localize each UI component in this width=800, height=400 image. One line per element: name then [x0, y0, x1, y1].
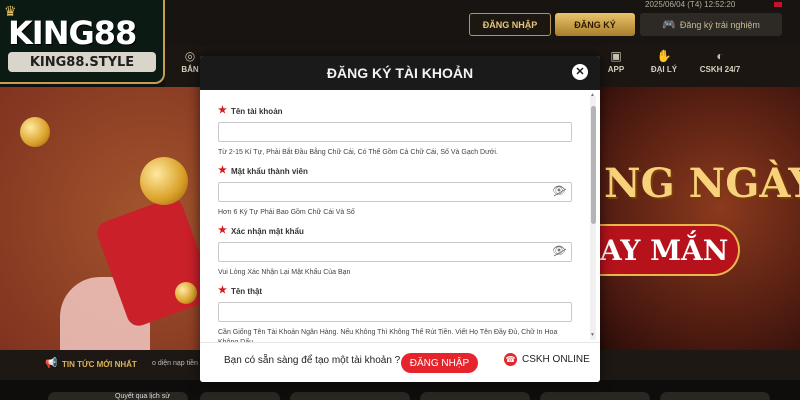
field-hint: Từ 2-15 Kí Tự, Phải Bắt Đầu Bằng Chữ Cái…	[218, 149, 498, 156]
support-icon: ◐	[716, 49, 724, 63]
field-label: Xác nhận mật khẩu	[230, 226, 304, 236]
field-hint: Hơn 6 Ký Tự Phải Bao Gồm Chữ Cái Và Số	[218, 209, 355, 216]
field-label: Tên thật	[230, 286, 263, 296]
modal-title: ĐĂNG KÝ TÀI KHOẢN	[326, 65, 474, 81]
required-star-icon: ★	[218, 105, 227, 116]
password-label-row: ★ Mật khẩu thành viên	[218, 166, 578, 176]
password-input[interactable]: 👁	[218, 182, 572, 202]
username-label-row: ★ Tên tài khoản	[218, 106, 578, 116]
coin-illustration	[140, 157, 188, 205]
register-modal: ĐĂNG KÝ TÀI KHOẢN ✕ ★ Tên tài khoản Từ 2…	[200, 56, 600, 382]
footer-login-button[interactable]: ĐĂNG NHẬP	[401, 353, 478, 373]
gamepad-icon: 🎮	[662, 19, 676, 31]
language-flag-icon[interactable]	[774, 2, 782, 7]
trial-register-label: Đăng ký trải nghiệm	[679, 19, 760, 30]
required-star-icon: ★	[218, 165, 227, 176]
modal-footer: Bạn có sẵn sàng để tạo một tài khoản ? Đ…	[200, 342, 600, 382]
header-login-button[interactable]: ĐĂNG NHẬP	[469, 13, 551, 36]
support-label: CSKH ONLINE	[522, 354, 590, 365]
modal-header: ĐĂNG KÝ TÀI KHOẢN ✕	[200, 56, 600, 90]
bottom-tab[interactable]	[540, 392, 650, 400]
scroll-up-icon[interactable]: ▲	[590, 92, 595, 98]
scrollbar-thumb[interactable]	[591, 106, 596, 224]
real-name-label-row: ★ Tên thật	[218, 286, 578, 296]
real-name-input[interactable]	[218, 302, 572, 322]
confirm-password-field-group: ★ Xác nhận mật khẩu 👁 Vui Lòng Xác Nhận …	[218, 226, 578, 278]
ticker-text[interactable]: o diện nạp tiền	[152, 360, 198, 367]
logo-brand: KING88	[8, 14, 137, 52]
field-hint: Vui Lòng Xác Nhận Lại Mật Khẩu Của Bạn	[218, 269, 351, 276]
nav-item-dai-ly[interactable]: ✋ ĐẠI LÝ	[639, 49, 689, 74]
field-label: Mật khẩu thành viên	[230, 166, 308, 176]
headset-icon: ☎	[504, 353, 517, 366]
bottom-tab[interactable]	[660, 392, 770, 400]
online-support-link[interactable]: ☎ CSKH ONLINE	[504, 353, 590, 366]
site-logo[interactable]: ♛ KING88 KING88.STYLE	[0, 0, 165, 84]
confirm-password-label-row: ★ Xác nhận mật khẩu	[218, 226, 578, 236]
required-star-icon: ★	[218, 285, 227, 296]
logo-domain: KING88.STYLE	[8, 52, 156, 72]
ticker-title: TIN TỨC MỚI NHẤT	[62, 360, 137, 369]
register-form: ★ Tên tài khoản Từ 2-15 Kí Tự, Phải Bắt …	[200, 90, 600, 342]
nav-item-cskh[interactable]: ◐ CSKH 24/7	[695, 49, 745, 74]
real-name-field-group: ★ Tên thật Cần Giống Tên Tài Khoản Ngân …	[218, 286, 578, 342]
confirm-password-input[interactable]: 👁	[218, 242, 572, 262]
field-label: Tên tài khoản	[230, 106, 283, 116]
username-input[interactable]	[218, 122, 572, 142]
bottom-tab[interactable]	[200, 392, 280, 400]
bottom-tab[interactable]	[420, 392, 530, 400]
promo-subline: AY MẮN	[600, 234, 729, 267]
megaphone-icon: 📢	[45, 358, 58, 369]
bottom-label: Quyết qua lịch sử	[115, 393, 170, 400]
bottom-tab[interactable]	[290, 392, 410, 400]
close-icon[interactable]: ✕	[572, 64, 588, 80]
required-star-icon: ★	[218, 225, 227, 236]
promo-panel	[600, 87, 800, 350]
password-field-group: ★ Mật khẩu thành viên 👁 Hơn 6 Ký Tự Phải…	[218, 166, 578, 218]
field-hint: Cần Giống Tên Tài Khoản Ngân Hàng. Nếu K…	[218, 329, 558, 342]
handshake-icon: ✋	[656, 49, 672, 63]
datetime: 2025/06/04 (T4) 12:52:20	[645, 0, 736, 9]
header-register-button[interactable]: ĐĂNG KÝ	[555, 13, 635, 36]
scroll-down-icon[interactable]: ▼	[590, 332, 595, 338]
coin-illustration	[175, 282, 197, 304]
nav-item-label: ĐẠI LÝ	[650, 65, 678, 74]
username-field-group: ★ Tên tài khoản Từ 2-15 Kí Tự, Phải Bắt …	[218, 106, 578, 158]
trial-register-button[interactable]: 🎮 Đăng ký trải nghiệm	[640, 13, 782, 36]
nav-item-label: CSKH 24/7	[699, 65, 741, 74]
footer-question: Bạn có sẵn sàng để tạo một tài khoản ?	[224, 355, 401, 366]
coin-illustration	[20, 117, 50, 147]
promo-headline: NG NGÀY	[604, 160, 800, 207]
